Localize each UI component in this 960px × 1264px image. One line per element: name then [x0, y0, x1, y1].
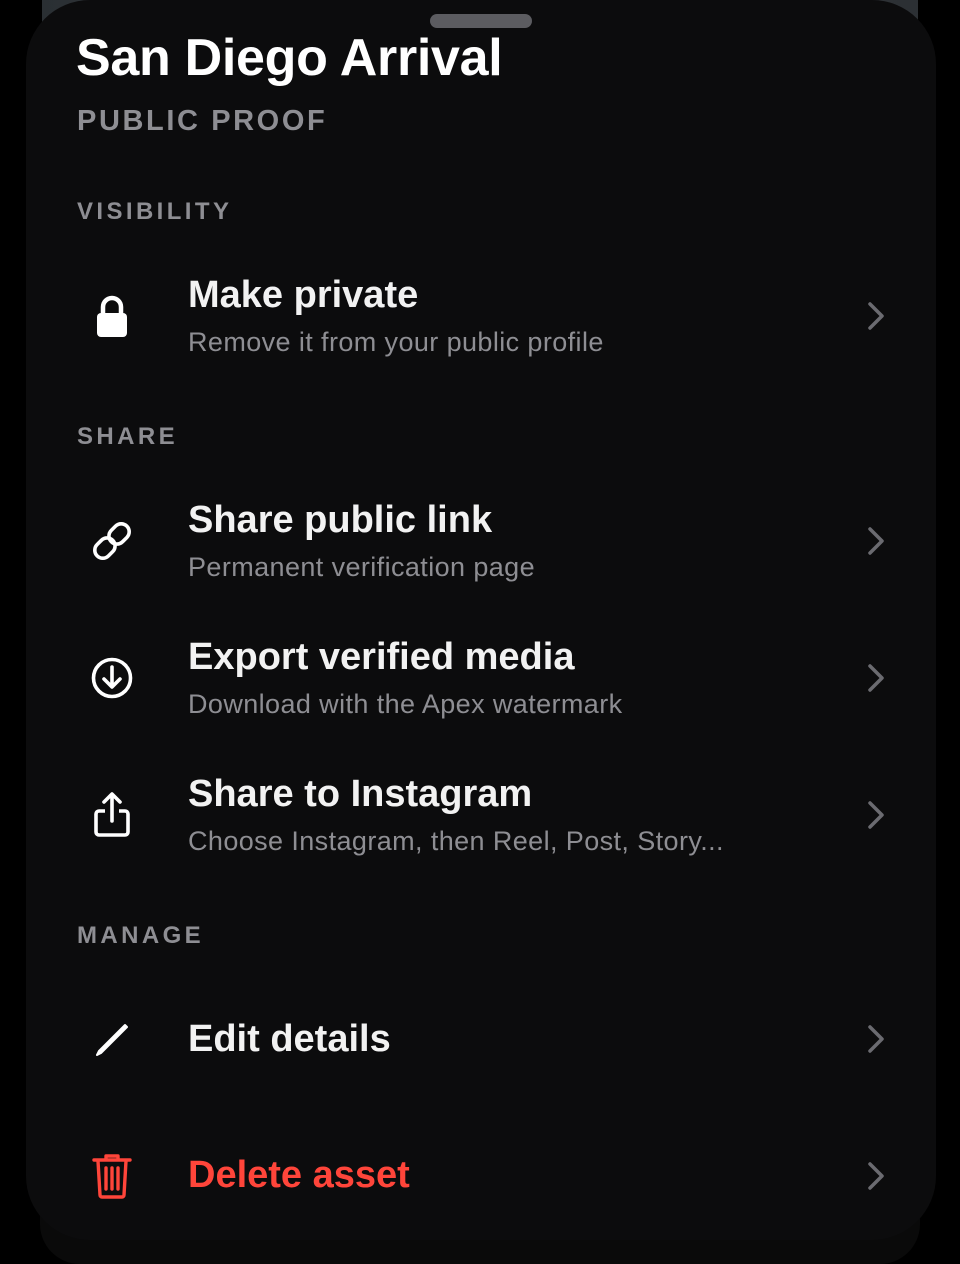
export-media-row[interactable]: Export verified media Download with the … — [26, 616, 936, 746]
chevron-right-icon — [868, 302, 884, 330]
link-icon — [88, 517, 136, 565]
share-link-label: Share public link — [188, 499, 493, 541]
export-media-description: Download with the Apex watermark — [188, 689, 623, 719]
action-sheet: San Diego Arrival PUBLIC PROOF VISIBILIT… — [26, 0, 936, 1240]
share-instagram-label: Share to Instagram — [188, 773, 533, 815]
chevron-right-icon — [868, 527, 884, 555]
edit-details-label: Edit details — [188, 1018, 391, 1060]
pencil-icon — [88, 1015, 136, 1063]
share-link-description: Permanent verification page — [188, 552, 535, 582]
download-circle-icon — [88, 654, 136, 702]
trash-icon — [88, 1152, 136, 1200]
make-private-row[interactable]: Make private Remove it from your public … — [26, 254, 936, 384]
edit-details-row[interactable]: Edit details — [26, 974, 936, 1104]
share-instagram-row[interactable]: Share to Instagram Choose Instagram, the… — [26, 753, 936, 883]
share-icon — [88, 791, 136, 839]
sheet-grabber[interactable] — [430, 14, 532, 28]
chevron-right-icon — [868, 1025, 884, 1053]
sheet-title: San Diego Arrival — [76, 29, 503, 87]
lock-icon — [88, 292, 136, 340]
export-media-label: Export verified media — [188, 636, 575, 678]
make-private-label: Make private — [188, 274, 419, 316]
make-private-description: Remove it from your public profile — [188, 327, 604, 357]
share-instagram-description: Choose Instagram, then Reel, Post, Story… — [188, 826, 724, 856]
share-link-row[interactable]: Share public link Permanent verification… — [26, 479, 936, 609]
chevron-right-icon — [868, 664, 884, 692]
delete-asset-label: Delete asset — [188, 1154, 410, 1196]
chevron-right-icon — [868, 1162, 884, 1190]
sheet-subtitle: PUBLIC PROOF — [77, 105, 328, 137]
section-header-manage: MANAGE — [77, 922, 205, 949]
section-header-visibility: VISIBILITY — [77, 198, 233, 225]
section-header-share: SHARE — [77, 423, 179, 450]
chevron-right-icon — [868, 801, 884, 829]
delete-asset-row[interactable]: Delete asset — [26, 1110, 936, 1240]
